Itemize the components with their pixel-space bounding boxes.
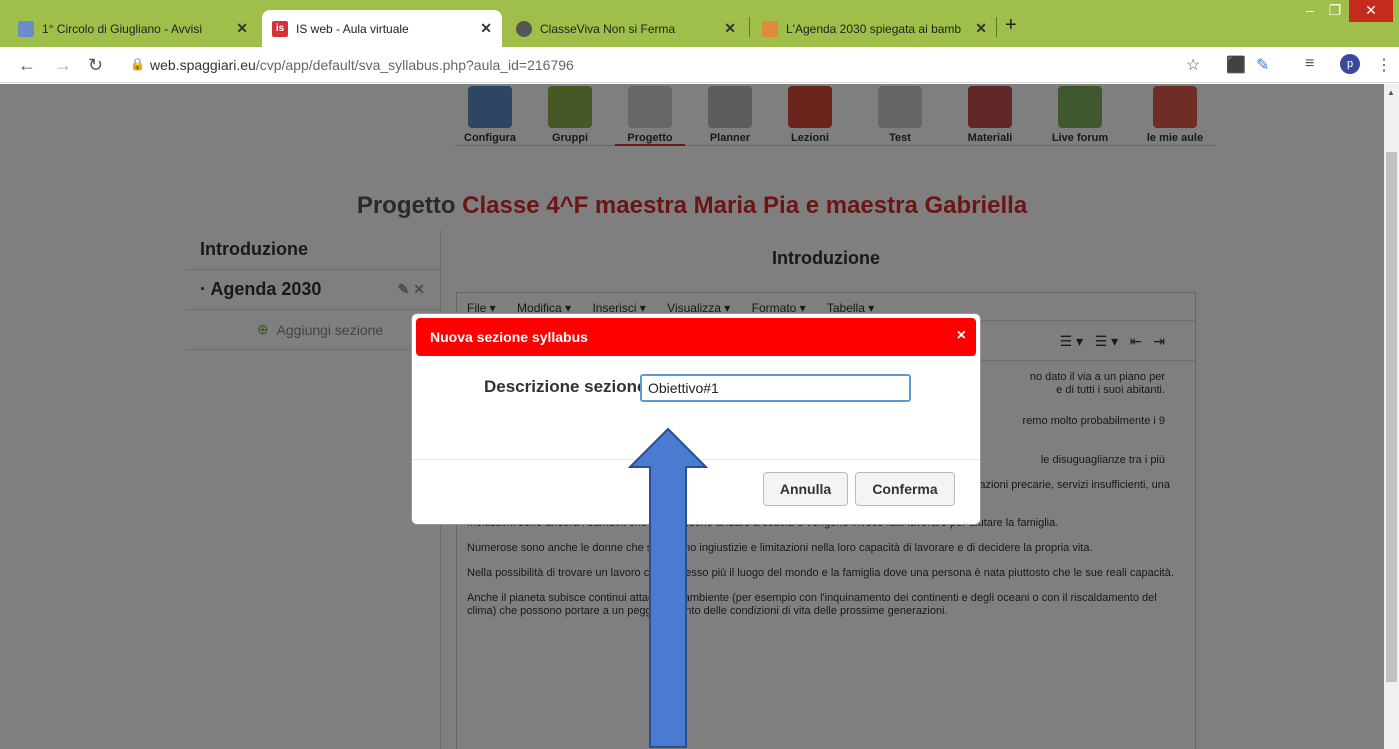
- pdf-extension-icon[interactable]: ⬛: [1226, 55, 1246, 75]
- browser-tab-classeviva[interactable]: ClasseViva Non si Ferma ✕: [506, 10, 746, 47]
- close-tab-icon[interactable]: ✕: [480, 20, 492, 37]
- lock-icon: 🔒: [130, 57, 145, 71]
- url-host: web.spaggiari.eu: [150, 57, 256, 73]
- dialog-header: Nuova sezione syllabus ×: [416, 318, 976, 356]
- description-label: Descrizione sezione: [484, 377, 647, 396]
- close-tab-icon[interactable]: ✕: [975, 20, 987, 37]
- url-field[interactable]: web.spaggiari.eu/cvp/app/default/sva_syl…: [150, 57, 574, 73]
- description-input[interactable]: [640, 374, 911, 402]
- close-icon[interactable]: ×: [957, 327, 966, 345]
- page-scrollbar[interactable]: ▲: [1384, 84, 1399, 749]
- new-tab-button[interactable]: +: [1005, 14, 1017, 37]
- url-path: /cvp/app/default/sva_syllabus.php?aula_i…: [255, 57, 574, 73]
- browser-tab-agenda[interactable]: L'Agenda 2030 spiegata ai bamb ✕: [752, 10, 997, 47]
- confirm-button[interactable]: Conferma: [855, 472, 955, 506]
- window-close-icon[interactable]: ✕: [1349, 0, 1393, 22]
- back-icon[interactable]: ←: [18, 55, 36, 76]
- scrollbar-thumb[interactable]: [1386, 152, 1397, 682]
- browser-tab-circolo[interactable]: 1° Circolo di Giugliano - Avvisi ✕: [8, 10, 258, 47]
- browser-tab-bar: 1° Circolo di Giugliano - Avvisi ✕ is IS…: [0, 0, 1399, 47]
- reload-icon[interactable]: ↻: [88, 55, 103, 76]
- scroll-up-icon[interactable]: ▲: [1387, 88, 1395, 97]
- tab-separator: [749, 17, 750, 37]
- bookmark-star-icon[interactable]: ☆: [1186, 55, 1200, 75]
- minimize-icon[interactable]: ‒: [1296, 0, 1324, 22]
- up-arrow-annotation: [628, 427, 708, 748]
- profile-avatar[interactable]: p: [1340, 54, 1360, 74]
- pen-extension-icon[interactable]: ✎: [1256, 55, 1269, 75]
- forward-icon[interactable]: →: [54, 55, 72, 76]
- agenda-favicon-icon: [762, 20, 778, 37]
- restore-icon[interactable]: ❐: [1324, 0, 1346, 22]
- menu-kebab-icon[interactable]: ⋮: [1376, 55, 1392, 75]
- address-bar: ← → ↻ 🔒 web.spaggiari.eu/cvp/app/default…: [0, 47, 1399, 83]
- media-queue-icon[interactable]: ≡: [1305, 55, 1314, 73]
- school-favicon-icon: [18, 20, 34, 37]
- isweb-favicon-icon: is: [272, 20, 288, 37]
- tab-separator: [996, 17, 997, 37]
- browser-tab-isweb[interactable]: is IS web - Aula virtuale ✕: [262, 10, 502, 47]
- globe-favicon-icon: [516, 20, 532, 37]
- dialog-title: Nuova sezione syllabus: [430, 329, 588, 345]
- close-tab-icon[interactable]: ✕: [724, 20, 736, 37]
- close-tab-icon[interactable]: ✕: [236, 20, 248, 37]
- cancel-button[interactable]: Annulla: [763, 472, 848, 506]
